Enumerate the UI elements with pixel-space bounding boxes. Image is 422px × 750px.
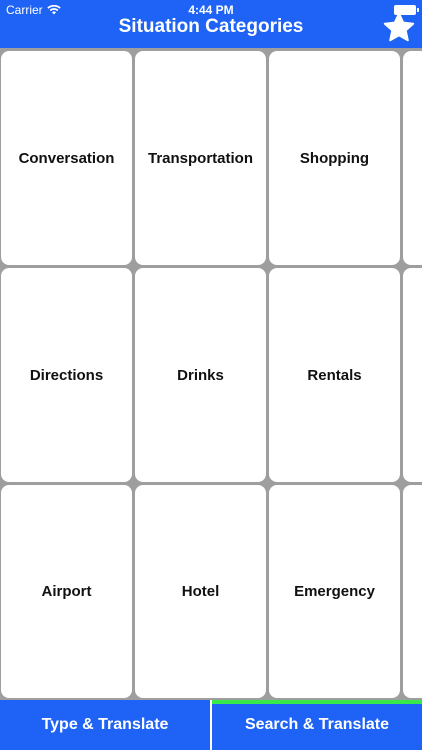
category-card-partial[interactable] <box>403 51 422 265</box>
category-label: Emergency <box>294 583 375 600</box>
status-time: 4:44 PM <box>188 3 234 17</box>
tab-label: Type & Translate <box>41 716 169 733</box>
category-card-airport[interactable]: Airport <box>1 485 132 698</box>
category-card-transportation[interactable]: Transportation <box>135 51 266 265</box>
category-card-hotel[interactable]: Hotel <box>135 485 266 698</box>
category-card-partial[interactable] <box>403 268 422 482</box>
category-label: Drinks <box>177 366 224 384</box>
category-card-partial[interactable] <box>403 485 422 698</box>
category-label: Conversation <box>18 149 115 167</box>
category-card-rentals[interactable]: Rentals <box>269 268 400 482</box>
category-card-drinks[interactable]: Drinks <box>135 268 266 482</box>
page-title: Situation Categories <box>118 16 304 37</box>
category-label: Directions <box>29 366 104 384</box>
tab-search-translate[interactable]: Search & Translate <box>212 700 422 750</box>
category-label: Hotel <box>181 583 220 600</box>
tab-type-translate[interactable]: Type & Translate <box>0 700 210 750</box>
category-label: Shopping <box>299 149 370 167</box>
category-label: Rentals <box>307 366 362 384</box>
category-card-directions[interactable]: Directions <box>1 268 132 482</box>
category-label: Transportation <box>147 149 253 167</box>
tab-label: Search & Translate <box>244 716 390 733</box>
category-label: Airport <box>41 583 92 600</box>
category-card-conversation[interactable]: Conversation <box>1 51 132 265</box>
bottom-tab-bar: Type & Translate Search & Translate <box>0 700 422 750</box>
top-header: Carrier 4:44 PM Situation Categories <box>0 0 422 48</box>
category-grid: Conversation Transportation Shopping Dir… <box>0 50 422 700</box>
selected-tab-indicator <box>212 700 422 704</box>
star-icon[interactable] <box>383 12 415 42</box>
category-card-emergency[interactable]: Emergency <box>269 485 400 698</box>
category-card-shopping[interactable]: Shopping <box>269 51 400 265</box>
